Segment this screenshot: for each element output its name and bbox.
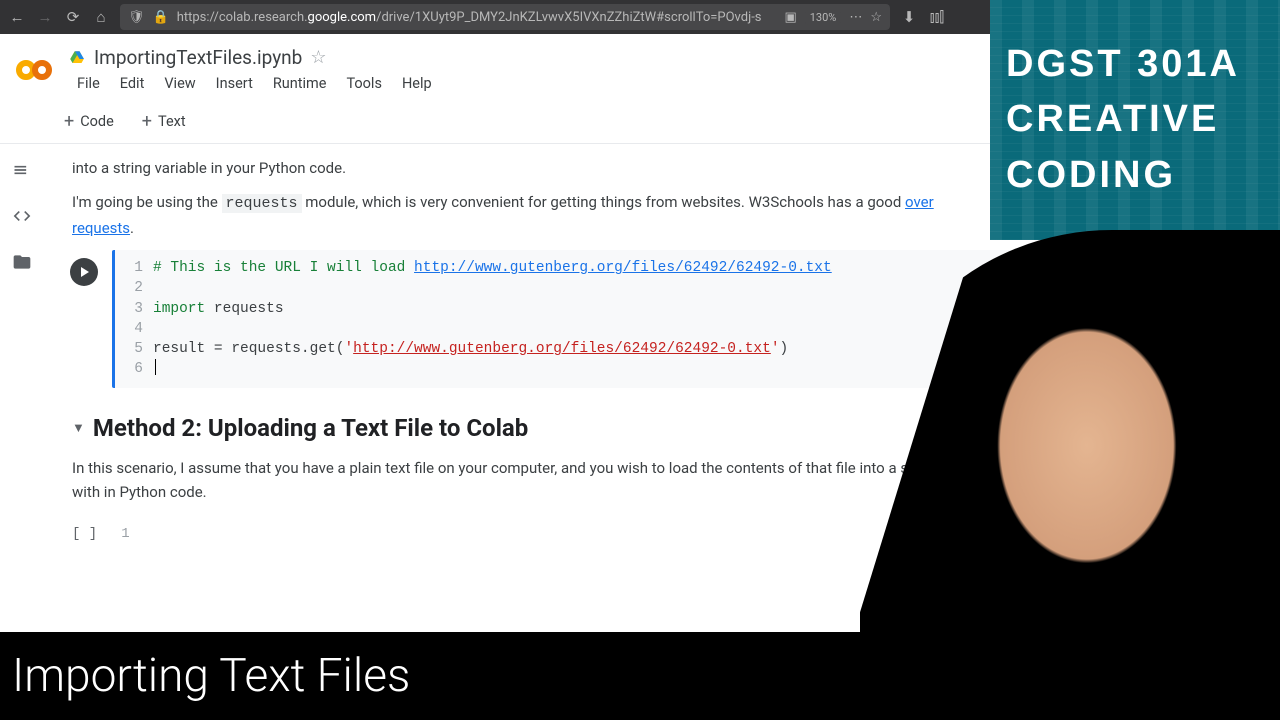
video-title: Importing Text Files [12, 649, 410, 703]
course-overlay: DGST 301A CREATIVE CODING [990, 0, 1280, 240]
link-requests[interactable]: requests [72, 219, 130, 237]
files-icon[interactable] [12, 252, 32, 276]
menu-file[interactable]: File [68, 72, 109, 95]
link-overview[interactable]: over [905, 193, 934, 211]
menu-runtime[interactable]: Runtime [264, 72, 336, 95]
code-snippets-icon[interactable] [12, 206, 32, 230]
reader-icon[interactable]: ▣ [784, 10, 796, 25]
left-rail [0, 144, 44, 632]
add-code-button[interactable]: +Code [54, 109, 124, 135]
markdown-text: I'm going be using the requests module, … [72, 190, 1082, 240]
collapse-icon[interactable]: ▼ [72, 420, 85, 436]
library-icon[interactable]: ⫾⫾⫿ [928, 8, 946, 26]
zoom-badge[interactable]: 130% [805, 10, 842, 25]
url-more-icon[interactable]: ⋯ [849, 10, 862, 25]
markdown-text: into a string variable in your Python co… [72, 156, 1082, 180]
lock-icon: 🔒 [153, 10, 169, 25]
menu-view[interactable]: View [155, 72, 204, 95]
star-icon[interactable]: ☆ [870, 10, 882, 25]
home-icon[interactable]: ⌂ [92, 8, 110, 26]
toc-icon[interactable] [12, 160, 32, 184]
forward-icon: → [36, 8, 54, 26]
back-icon[interactable]: ← [8, 8, 26, 26]
caption-bar: Importing Text Files [0, 632, 1280, 720]
url-bar[interactable]: 🛡 🔒 https://colab.research.google.com/dr… [120, 4, 890, 30]
star-toggle[interactable]: ☆ [310, 47, 326, 68]
run-button[interactable] [70, 258, 98, 286]
menu-bar: File Edit View Insert Runtime Tools Help [68, 72, 1076, 95]
add-text-button[interactable]: +Text [132, 109, 196, 135]
menu-insert[interactable]: Insert [207, 72, 262, 95]
download-icon[interactable]: ⬇ [900, 8, 918, 26]
notebook-title[interactable]: ImportingTextFiles.ipynb [94, 46, 302, 69]
menu-tools[interactable]: Tools [337, 72, 391, 95]
colab-logo[interactable] [16, 57, 56, 83]
reload-icon[interactable]: ⟳ [64, 8, 82, 26]
section-heading: Method 2: Uploading a Text File to Colab [93, 414, 528, 442]
url-text: https://colab.research.google.com/drive/… [177, 10, 777, 25]
shield-icon: 🛡 [128, 10, 145, 25]
menu-edit[interactable]: Edit [111, 72, 154, 95]
drive-icon [68, 49, 86, 65]
menu-help[interactable]: Help [393, 72, 441, 95]
